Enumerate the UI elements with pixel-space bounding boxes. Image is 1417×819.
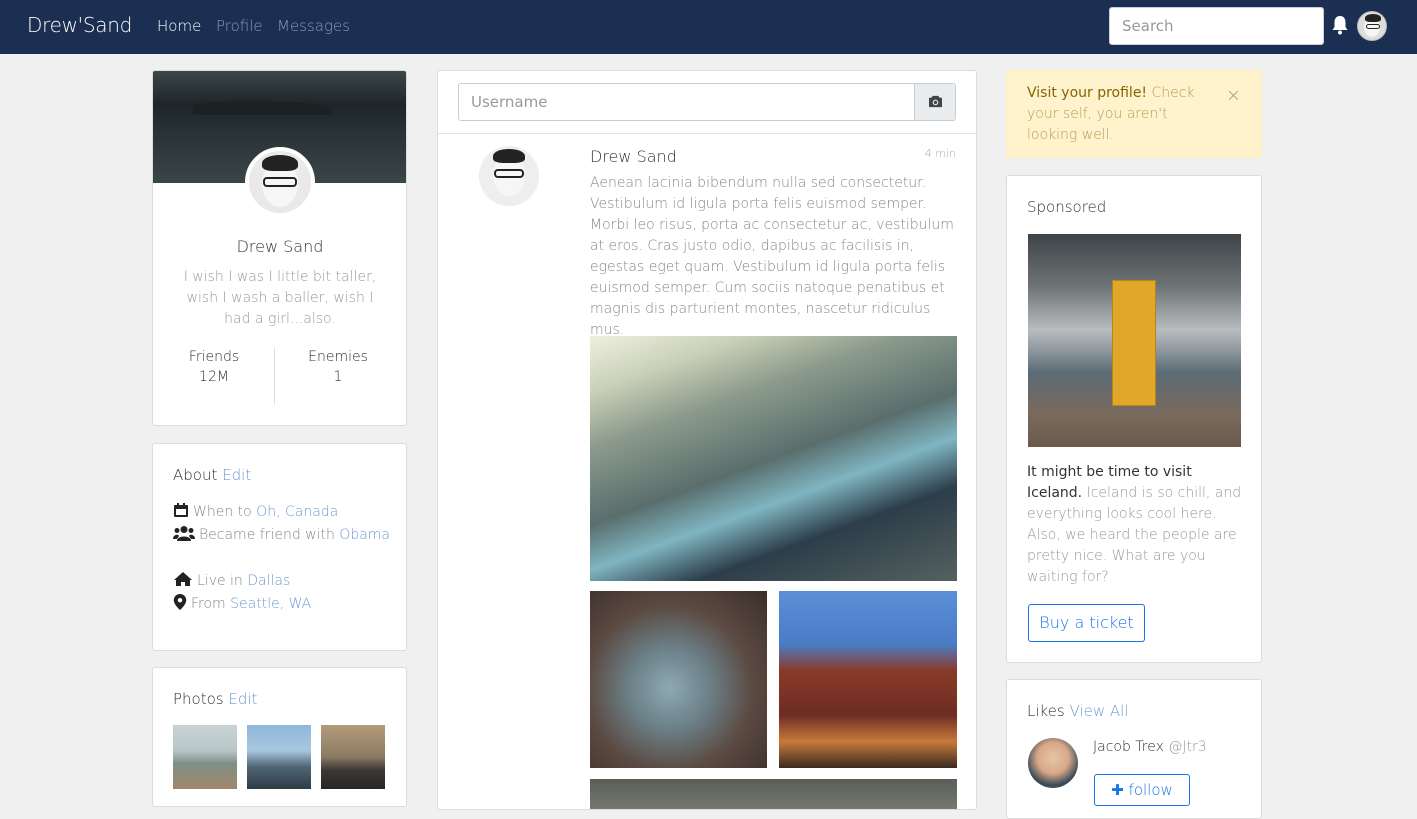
about-edit-link[interactable]: Edit [222,466,251,484]
stat-label: Enemies [308,349,368,365]
photos-card: Photos Edit [152,667,407,807]
bell-icon[interactable] [1331,15,1349,35]
stat-friends[interactable]: Friends 12M [153,349,275,385]
photo-thumbnail[interactable] [321,725,385,789]
brand-logo[interactable]: Drew'Sand [27,13,132,37]
post-timestamp: 4 min [924,147,956,160]
sponsored-text: It might be time to visit Iceland. Icela… [1027,462,1243,588]
status-input[interactable] [459,84,915,120]
photo-thumbnail[interactable] [173,725,237,789]
nav-messages[interactable]: Messages [277,17,350,35]
about-item-birthday: When to Oh, Canada [173,501,393,524]
close-icon[interactable]: × [1226,85,1241,106]
likes-title-label: Likes [1027,702,1065,720]
camera-button[interactable] [914,84,955,120]
profile-bio: I wish I was I little bit taller, wish I… [183,269,377,327]
post-image-forest[interactable] [590,779,957,809]
divider [438,133,976,134]
sponsored-image[interactable] [1028,234,1241,447]
calendar-icon [174,503,188,517]
profile-alert: Visit your profile! Check your self, you… [1006,70,1262,158]
view-all-link[interactable]: View All [1070,702,1129,720]
likes-card: Likes View All Jacob Trex @Jtr3 ✚ follow [1006,679,1262,819]
status-composer [458,83,956,121]
alert-message: Visit your profile! Check your self, you… [1027,83,1207,146]
about-item-text: When to [193,504,252,520]
about-item-link[interactable]: Seattle, WA [230,596,311,612]
about-item-text: From [191,596,226,612]
photo-thumbnail[interactable] [247,725,311,789]
sponsored-title: Sponsored [1027,198,1107,216]
stat-value: 1 [333,369,343,385]
nav-home[interactable]: Home [157,17,201,35]
likes-title: Likes View All [1027,702,1128,720]
photos-title: Photos Edit [173,690,257,708]
map-pin-icon [173,594,187,610]
feed-card: Drew Sand 4 min Aenean lacinia bibendum … [437,70,977,810]
nav-profile[interactable]: Profile [216,17,263,35]
profile-avatar[interactable] [245,147,315,217]
post-image-cave[interactable] [590,591,767,768]
home-icon [174,572,192,586]
photos-title-label: Photos [173,690,224,708]
alert-strong: Visit your profile! [1027,85,1148,101]
stat-value: 12M [199,369,229,385]
post-image-fjord[interactable] [590,336,957,581]
users-icon [173,526,195,541]
yellow-tower [1112,280,1156,406]
user-avatar[interactable] [1357,11,1387,41]
top-navbar: Drew'Sand Home Profile Messages [0,0,1417,54]
about-item-text: Live in [197,573,243,589]
about-item-text: Became friend with [199,527,335,543]
about-item-link[interactable]: Dallas [247,573,290,589]
about-item-friend: Became friend with Obama [173,524,393,547]
post-author-name[interactable]: Drew Sand [590,147,677,166]
about-title-label: About [173,466,218,484]
about-card: About Edit When to Oh, Canada Became fri… [152,443,407,651]
search-input[interactable] [1109,7,1324,45]
post-image-building[interactable] [779,591,957,768]
about-item-link[interactable]: Obama [339,527,390,543]
profile-name: Drew Sand [236,237,324,256]
about-item-live: Live in Dallas [173,570,393,593]
liked-user-info: Jacob Trex @Jtr3 [1093,739,1207,755]
camera-icon [929,95,942,108]
stat-label: Friends [188,349,240,365]
about-item-link[interactable]: Oh, Canada [256,504,338,520]
follow-button[interactable]: ✚ follow [1094,774,1190,806]
post-author-avatar[interactable] [479,146,539,206]
liked-user-avatar[interactable] [1028,738,1078,788]
about-title: About Edit [173,466,251,484]
profile-card: Drew Sand I wish I was I little bit tall… [152,70,407,426]
about-item-from: From Seattle, WA [173,593,393,616]
user-plus-icon: ✚ [1111,781,1124,799]
stat-enemies[interactable]: Enemies 1 [277,349,399,385]
follow-label: follow [1128,781,1173,799]
sponsored-card: Sponsored It might be time to visit Icel… [1006,175,1262,663]
liked-user-handle: @Jtr3 [1168,739,1207,755]
buy-ticket-button[interactable]: Buy a ticket [1028,604,1145,642]
divider [274,347,275,405]
photos-edit-link[interactable]: Edit [228,690,257,708]
liked-user-name[interactable]: Jacob Trex [1093,739,1164,755]
post-body: Aenean lacinia bibendum nulla sed consec… [590,175,954,338]
